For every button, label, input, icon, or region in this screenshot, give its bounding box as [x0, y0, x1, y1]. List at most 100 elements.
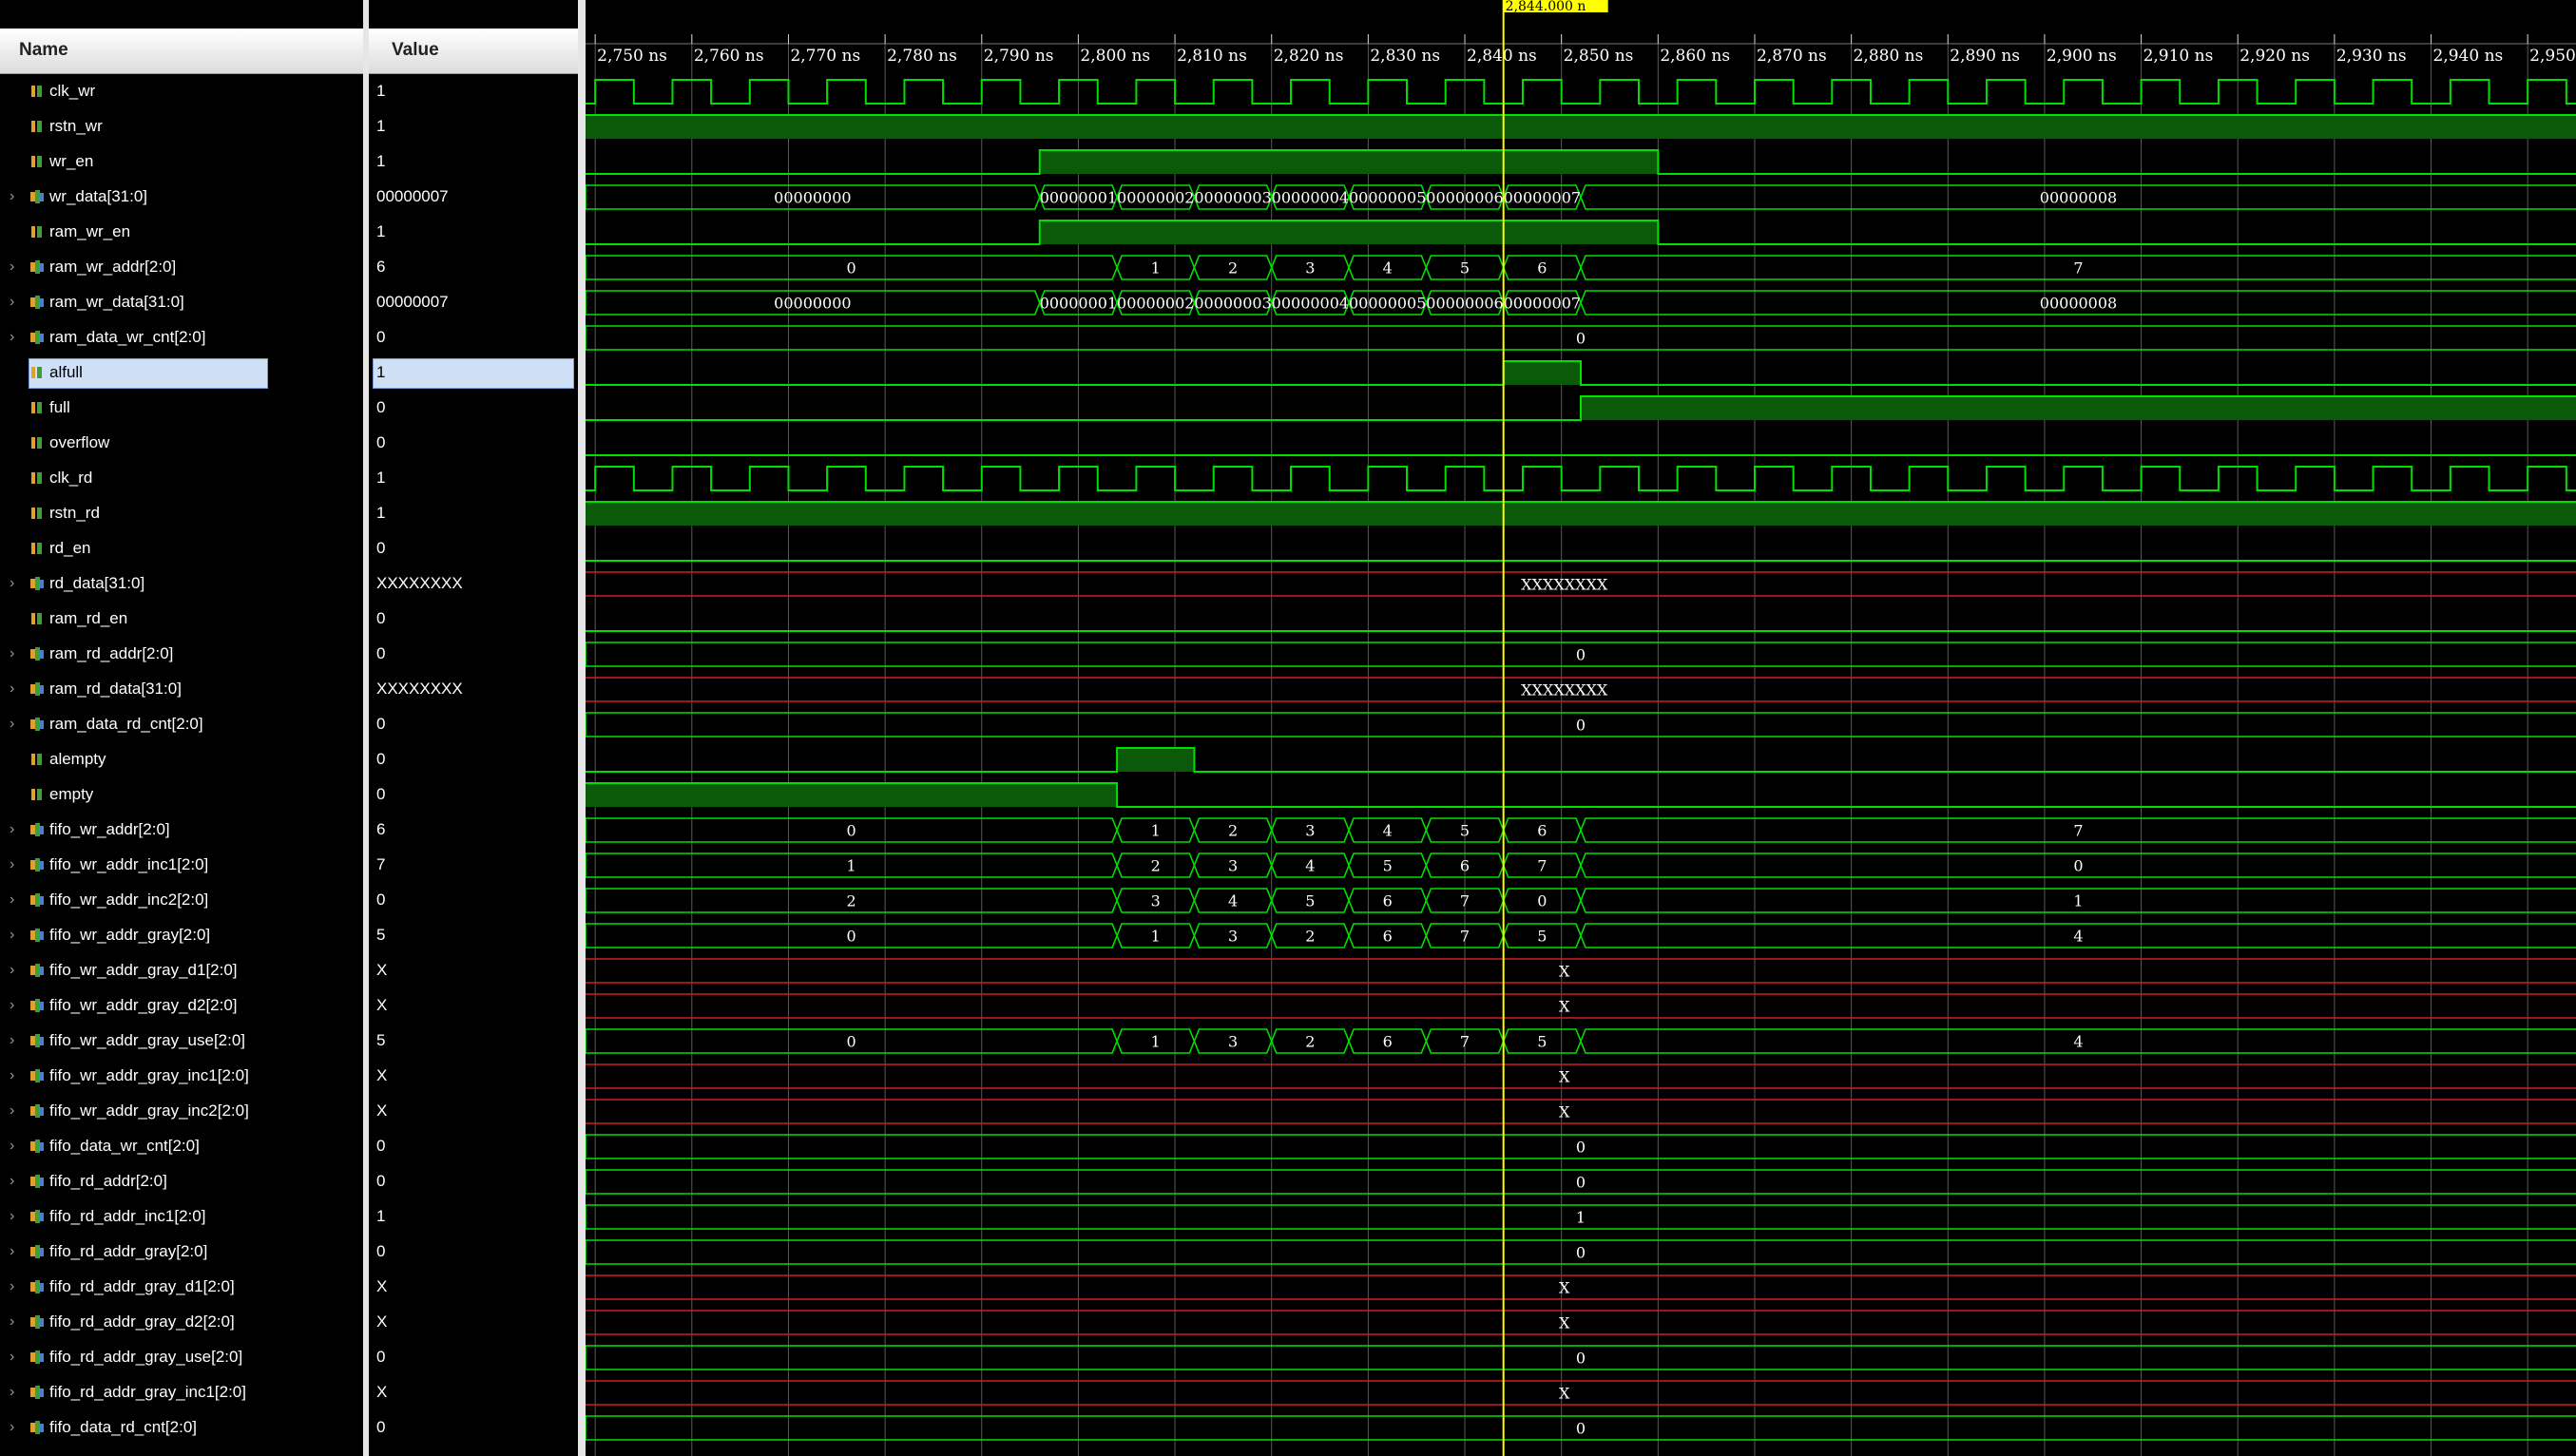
signal-value-row-ram-rd-data-31-0[interactable]: XXXXXXXX: [369, 672, 578, 707]
signal-row-rstn-rd[interactable]: rstn_rd: [0, 496, 363, 531]
signal-row-fifo-wr-addr-gray-2-0[interactable]: › fifo_wr_addr_gray[2:0]: [0, 918, 363, 953]
signal-value-row-fifo-wr-addr-gray-inc1-2-0[interactable]: X: [369, 1059, 578, 1094]
expand-chevron-icon[interactable]: ›: [10, 716, 14, 733]
signal-value-row-alempty[interactable]: 0: [369, 742, 578, 777]
expand-chevron-icon[interactable]: ›: [10, 891, 14, 909]
signal-value-row-fifo-wr-addr-inc2-2-0[interactable]: 0: [369, 883, 578, 918]
signal-value-row-clk-wr[interactable]: 1: [369, 74, 578, 109]
signal-row-ram-rd-en[interactable]: ram_rd_en: [0, 602, 363, 637]
signal-value-row-empty[interactable]: 0: [369, 777, 578, 813]
expand-chevron-icon[interactable]: ›: [10, 1243, 14, 1260]
signal-value-row-ram-rd-addr-2-0[interactable]: 0: [369, 637, 578, 672]
signal-value-row-rstn-wr[interactable]: 1: [369, 109, 578, 144]
wave-pane-splitter[interactable]: [578, 0, 586, 1456]
signal-value-row-fifo-wr-addr-gray-d2-2-0[interactable]: X: [369, 988, 578, 1024]
signal-row-fifo-rd-addr-gray-2-0[interactable]: › fifo_rd_addr_gray[2:0]: [0, 1235, 363, 1270]
signal-value-row-fifo-rd-addr-gray-2-0[interactable]: 0: [369, 1235, 578, 1270]
signal-value-row-ram-wr-addr-2-0[interactable]: 6: [369, 250, 578, 285]
signal-value-row-rstn-rd[interactable]: 1: [369, 496, 578, 531]
expand-chevron-icon[interactable]: ›: [10, 1173, 14, 1190]
signal-row-clk-wr[interactable]: clk_wr: [0, 74, 363, 109]
expand-chevron-icon[interactable]: ›: [10, 856, 14, 873]
signal-row-ram-data-wr-cnt-2-0[interactable]: › ram_data_wr_cnt[2:0]: [0, 320, 363, 355]
waveform-row[interactable]: [586, 501, 2576, 526]
signal-row-ram-rd-data-31-0[interactable]: › ram_rd_data[31:0]: [0, 672, 363, 707]
name-column-header[interactable]: Name: [0, 29, 363, 74]
signal-row-ram-data-rd-cnt-2-0[interactable]: › ram_data_rd_cnt[2:0]: [0, 707, 363, 742]
signal-row-fifo-data-wr-cnt-2-0[interactable]: › fifo_data_wr_cnt[2:0]: [0, 1129, 363, 1164]
signal-row-ram-wr-data-31-0[interactable]: › ram_wr_data[31:0]: [0, 285, 363, 320]
expand-chevron-icon[interactable]: ›: [10, 259, 14, 276]
expand-chevron-icon[interactable]: ›: [10, 1384, 14, 1401]
signal-value-row-fifo-rd-addr-gray-inc1-2-0[interactable]: X: [369, 1375, 578, 1410]
signal-row-fifo-wr-addr-inc2-2-0[interactable]: › fifo_wr_addr_inc2[2:0]: [0, 883, 363, 918]
value-column-header[interactable]: Value: [369, 29, 578, 74]
signal-row-ram-rd-addr-2-0[interactable]: › ram_rd_addr[2:0]: [0, 637, 363, 672]
signal-row-fifo-wr-addr-gray-use-2-0[interactable]: › fifo_wr_addr_gray_use[2:0]: [0, 1024, 363, 1059]
signal-value-row-fifo-wr-addr-gray-use-2-0[interactable]: 5: [369, 1024, 578, 1059]
signal-row-rstn-wr[interactable]: rstn_wr: [0, 109, 363, 144]
signal-value-row-fifo-rd-addr-gray-d1-2-0[interactable]: X: [369, 1270, 578, 1305]
signal-value-row-fifo-data-rd-cnt-2-0[interactable]: 0: [369, 1410, 578, 1446]
signal-value-row-full[interactable]: 0: [369, 391, 578, 426]
signal-value-row-fifo-rd-addr-2-0[interactable]: 0: [369, 1164, 578, 1199]
expand-chevron-icon[interactable]: ›: [10, 1278, 14, 1295]
signal-row-fifo-wr-addr-inc1-2-0[interactable]: › fifo_wr_addr_inc1[2:0]: [0, 848, 363, 883]
signal-row-wr-data-31-0[interactable]: › wr_data[31:0]: [0, 180, 363, 215]
signal-row-empty[interactable]: empty: [0, 777, 363, 813]
signal-row-fifo-rd-addr-gray-use-2-0[interactable]: › fifo_rd_addr_gray_use[2:0]: [0, 1340, 363, 1375]
signal-row-fifo-rd-addr-2-0[interactable]: › fifo_rd_addr[2:0]: [0, 1164, 363, 1199]
expand-chevron-icon[interactable]: ›: [10, 1067, 14, 1084]
signal-value-row-ram-rd-en[interactable]: 0: [369, 602, 578, 637]
expand-chevron-icon[interactable]: ›: [10, 1313, 14, 1331]
signal-row-fifo-rd-addr-gray-d2-2-0[interactable]: › fifo_rd_addr_gray_d2[2:0]: [0, 1305, 363, 1340]
signal-value-row-rd-data-31-0[interactable]: XXXXXXXX: [369, 566, 578, 602]
expand-chevron-icon[interactable]: ›: [10, 1208, 14, 1225]
waveform-canvas[interactable]: 2,750 ns 2,760 ns 2,770 ns 2,780 ns 2,790 ns…: [586, 0, 2576, 1456]
expand-chevron-icon[interactable]: ›: [10, 1419, 14, 1436]
signal-value-row-fifo-wr-addr-inc1-2-0[interactable]: 7: [369, 848, 578, 883]
signal-row-fifo-wr-addr-gray-d2-2-0[interactable]: › fifo_wr_addr_gray_d2[2:0]: [0, 988, 363, 1024]
expand-chevron-icon[interactable]: ›: [10, 1032, 14, 1049]
signal-value-row-ram-data-wr-cnt-2-0[interactable]: 0: [369, 320, 578, 355]
signal-value-row-rd-en[interactable]: 0: [369, 531, 578, 566]
signal-value-row-fifo-data-wr-cnt-2-0[interactable]: 0: [369, 1129, 578, 1164]
expand-chevron-icon[interactable]: ›: [10, 294, 14, 311]
signal-value-row-ram-wr-data-31-0[interactable]: 00000007: [369, 285, 578, 320]
waveform-row[interactable]: [586, 114, 2576, 139]
signal-row-rd-en[interactable]: rd_en: [0, 531, 363, 566]
signal-value-row-ram-wr-en[interactable]: 1: [369, 215, 578, 250]
signal-value-row-wr-data-31-0[interactable]: 00000007: [369, 180, 578, 215]
expand-chevron-icon[interactable]: ›: [10, 962, 14, 979]
expand-chevron-icon[interactable]: ›: [10, 1102, 14, 1120]
signal-row-fifo-wr-addr-gray-inc2-2-0[interactable]: › fifo_wr_addr_gray_inc2[2:0]: [0, 1094, 363, 1129]
signal-row-ram-wr-addr-2-0[interactable]: › ram_wr_addr[2:0]: [0, 250, 363, 285]
signal-row-fifo-rd-addr-inc1-2-0[interactable]: › fifo_rd_addr_inc1[2:0]: [0, 1199, 363, 1235]
expand-chevron-icon[interactable]: ›: [10, 680, 14, 698]
signal-value-row-fifo-rd-addr-inc1-2-0[interactable]: 1: [369, 1199, 578, 1235]
expand-chevron-icon[interactable]: ›: [10, 188, 14, 205]
signal-value-row-alfull[interactable]: 1: [369, 355, 578, 391]
signal-value-row-overflow[interactable]: 0: [369, 426, 578, 461]
signal-row-fifo-rd-addr-gray-inc1-2-0[interactable]: › fifo_rd_addr_gray_inc1[2:0]: [0, 1375, 363, 1410]
signal-row-rd-data-31-0[interactable]: › rd_data[31:0]: [0, 566, 363, 602]
signal-row-fifo-rd-addr-gray-d1-2-0[interactable]: › fifo_rd_addr_gray_d1[2:0]: [0, 1270, 363, 1305]
signal-row-alempty[interactable]: alempty: [0, 742, 363, 777]
signal-value-row-fifo-wr-addr-2-0[interactable]: 6: [369, 813, 578, 848]
expand-chevron-icon[interactable]: ›: [10, 575, 14, 592]
signal-row-fifo-wr-addr-gray-d1-2-0[interactable]: › fifo_wr_addr_gray_d1[2:0]: [0, 953, 363, 988]
signal-row-overflow[interactable]: overflow: [0, 426, 363, 461]
signal-row-fifo-wr-addr-2-0[interactable]: › fifo_wr_addr[2:0]: [0, 813, 363, 848]
signal-value-row-fifo-wr-addr-gray-d1-2-0[interactable]: X: [369, 953, 578, 988]
signal-value-row-fifo-wr-addr-gray-2-0[interactable]: 5: [369, 918, 578, 953]
signal-row-fifo-data-rd-cnt-2-0[interactable]: › fifo_data_rd_cnt[2:0]: [0, 1410, 363, 1446]
expand-chevron-icon[interactable]: ›: [10, 927, 14, 944]
expand-chevron-icon[interactable]: ›: [10, 329, 14, 346]
signal-row-alfull[interactable]: alfull: [0, 355, 363, 391]
expand-chevron-icon[interactable]: ›: [10, 997, 14, 1014]
signal-value-row-wr-en[interactable]: 1: [369, 144, 578, 180]
signal-value-row-fifo-wr-addr-gray-inc2-2-0[interactable]: X: [369, 1094, 578, 1129]
signal-row-clk-rd[interactable]: clk_rd: [0, 461, 363, 496]
signal-row-fifo-wr-addr-gray-inc1-2-0[interactable]: › fifo_wr_addr_gray_inc1[2:0]: [0, 1059, 363, 1094]
signal-value-row-clk-rd[interactable]: 1: [369, 461, 578, 496]
